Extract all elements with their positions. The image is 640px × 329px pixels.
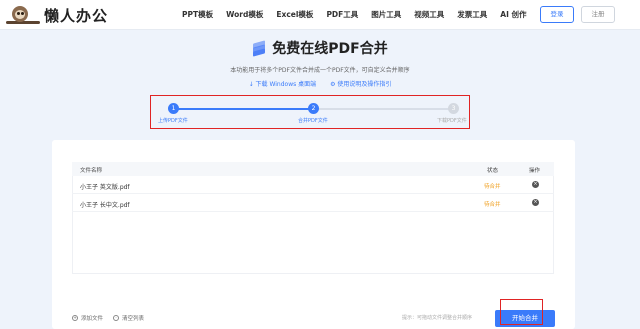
step-1-dot: 1 <box>168 103 179 114</box>
help-links: ↓ 下载 Windows 桌面端 ⚙ 使用说明及操作指引 <box>0 79 640 88</box>
plus-circle-icon: + <box>72 315 78 321</box>
nav-item-word[interactable]: Word模板 <box>226 9 263 20</box>
login-button[interactable]: 登录 <box>540 6 574 23</box>
step-3-label: 下载PDF文件 <box>437 118 467 124</box>
file-actions: + 添加文件 · 清空列表 <box>72 314 154 322</box>
trash-icon: · <box>113 315 120 321</box>
step-2-dot: 2 <box>308 103 319 114</box>
nav-item-excel[interactable]: Excel模板 <box>276 9 313 20</box>
column-header-actions: 操作 <box>529 168 541 174</box>
step-3-dot: 3 <box>448 103 459 114</box>
nav-item-invoice[interactable]: 发票工具 <box>457 9 487 20</box>
top-bar: 懒人办公 PPT模板 Word模板 Excel模板 PDF工具 图片工具 视频工… <box>0 0 640 30</box>
drag-hint: 提示：可拖动文件调整合并顺序 <box>402 315 473 321</box>
file-name: 小王子 英文版.pdf <box>80 184 130 191</box>
page-subtitle: 本功能用于将多个PDF文件合并成一个PDF文件，可自定义合并顺序 <box>230 67 410 74</box>
step-1-label: 上传PDF文件 <box>158 118 188 124</box>
file-table-header: 文件名称 状态 操作 <box>72 162 554 176</box>
nav-item-image[interactable]: 图片工具 <box>371 9 401 20</box>
nav-item-pdf[interactable]: PDF工具 <box>326 9 358 20</box>
logo[interactable]: 懒人办公 <box>6 4 108 26</box>
file-status: 待合并 <box>484 202 501 208</box>
sloth-logo-icon <box>6 4 40 26</box>
layers-icon <box>252 40 266 57</box>
download-desktop-link[interactable]: ↓ 下载 Windows 桌面端 <box>249 81 317 88</box>
stepper-remaining-line <box>314 108 454 110</box>
nav-item-ppt[interactable]: PPT模板 <box>182 9 213 20</box>
column-header-status: 状态 <box>487 168 499 174</box>
table-row[interactable]: 小王子 英文版.pdf 待合并 × <box>72 177 554 194</box>
register-button[interactable]: 注册 <box>581 6 615 23</box>
usage-guide-link[interactable]: ⚙ 使用说明及操作指引 <box>330 81 391 88</box>
remove-file-icon[interactable]: × <box>532 181 539 188</box>
nav-item-video[interactable]: 视频工具 <box>414 9 444 20</box>
clear-list-button[interactable]: · 清空列表 <box>113 314 144 322</box>
nav-item-ai[interactable]: AI 创作 <box>500 9 526 20</box>
remove-file-icon[interactable]: × <box>532 199 539 206</box>
add-file-button[interactable]: + 添加文件 <box>72 314 103 322</box>
stepper-progress-line <box>174 108 314 110</box>
page-title: 免费在线PDF合并 <box>252 38 388 58</box>
step-2-label: 合并PDF文件 <box>298 118 328 124</box>
file-status: 待合并 <box>484 184 501 190</box>
table-row[interactable]: 小王子 长中文.pdf 待合并 × <box>72 195 554 212</box>
add-file-label: 添加文件 <box>81 316 104 322</box>
main-nav: PPT模板 Word模板 Excel模板 PDF工具 图片工具 视频工具 发票工… <box>182 9 540 20</box>
brand-name: 懒人办公 <box>44 6 109 25</box>
column-header-filename: 文件名称 <box>80 168 103 174</box>
page-title-text: 免费在线PDF合并 <box>272 41 388 57</box>
file-name: 小王子 长中文.pdf <box>80 202 130 209</box>
page-title-wrap: 免费在线PDF合并 <box>0 38 640 59</box>
start-button-highlight-box <box>500 299 543 325</box>
clear-list-label: 清空列表 <box>122 316 145 322</box>
